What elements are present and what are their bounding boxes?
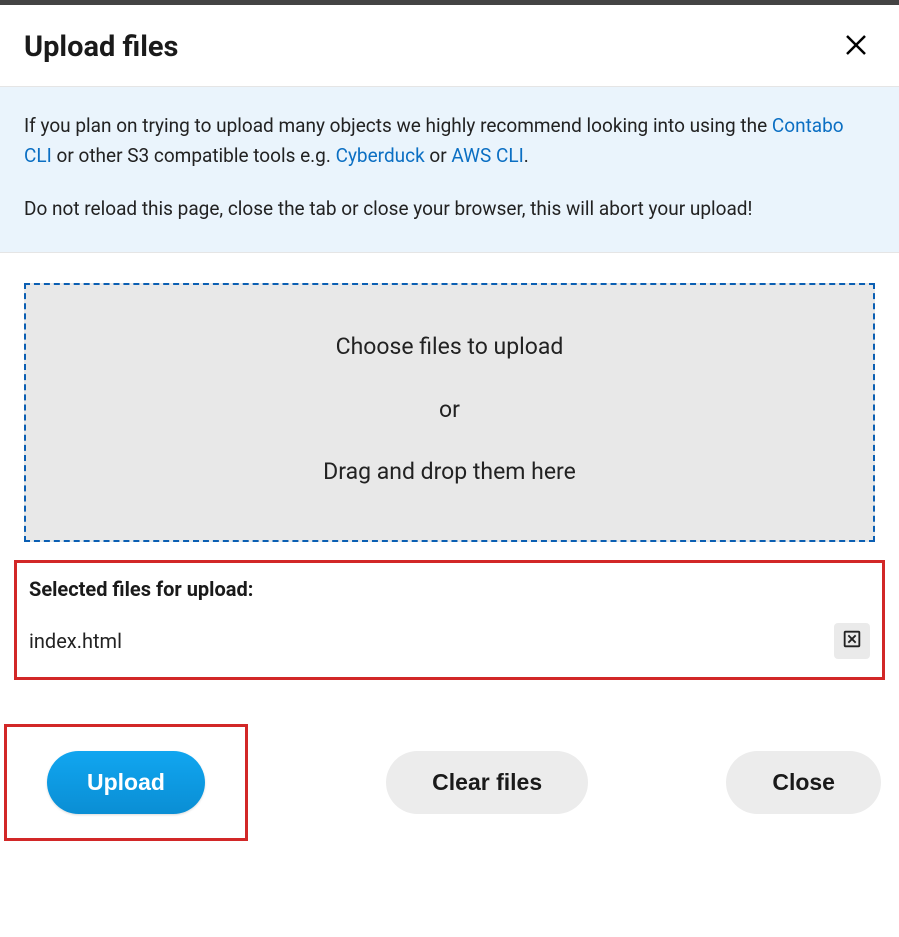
upload-highlight-box: Upload (4, 724, 248, 841)
dropzone-choose-text: Choose files to upload (46, 330, 853, 365)
close-button[interactable]: Close (726, 751, 881, 814)
aws-cli-link[interactable]: AWS CLI (451, 144, 523, 167)
modal-title: Upload files (24, 30, 178, 64)
upload-button[interactable]: Upload (47, 751, 205, 814)
selected-files-title: Selected files for upload: (29, 577, 870, 601)
modal-header: Upload files (0, 5, 899, 87)
delete-icon (841, 628, 863, 654)
close-icon[interactable] (841, 30, 871, 64)
info-recommendation: If you plan on trying to upload many obj… (24, 111, 875, 172)
info-text-part: or other S3 compatible tools e.g. (52, 144, 336, 167)
info-banner: If you plan on trying to upload many obj… (0, 87, 899, 253)
action-button-row: Upload Clear files Close (0, 680, 899, 841)
cyberduck-link[interactable]: Cyberduck (336, 144, 425, 167)
clear-files-button[interactable]: Clear files (386, 751, 588, 814)
selected-files-panel: Selected files for upload: index.html (14, 560, 885, 680)
info-text-part: . (524, 144, 529, 167)
dropzone-or-text: or (46, 393, 853, 428)
file-dropzone[interactable]: Choose files to upload or Drag and drop … (24, 283, 875, 542)
file-name: index.html (29, 629, 122, 653)
info-text-part: If you plan on trying to upload many obj… (24, 114, 772, 137)
file-row: index.html (29, 623, 870, 659)
dropzone-drag-text: Drag and drop them here (46, 455, 853, 490)
info-text-part: or (425, 144, 452, 167)
content-area: Choose files to upload or Drag and drop … (0, 253, 899, 560)
delete-file-button[interactable] (834, 623, 870, 659)
info-warning: Do not reload this page, close the tab o… (24, 194, 875, 224)
